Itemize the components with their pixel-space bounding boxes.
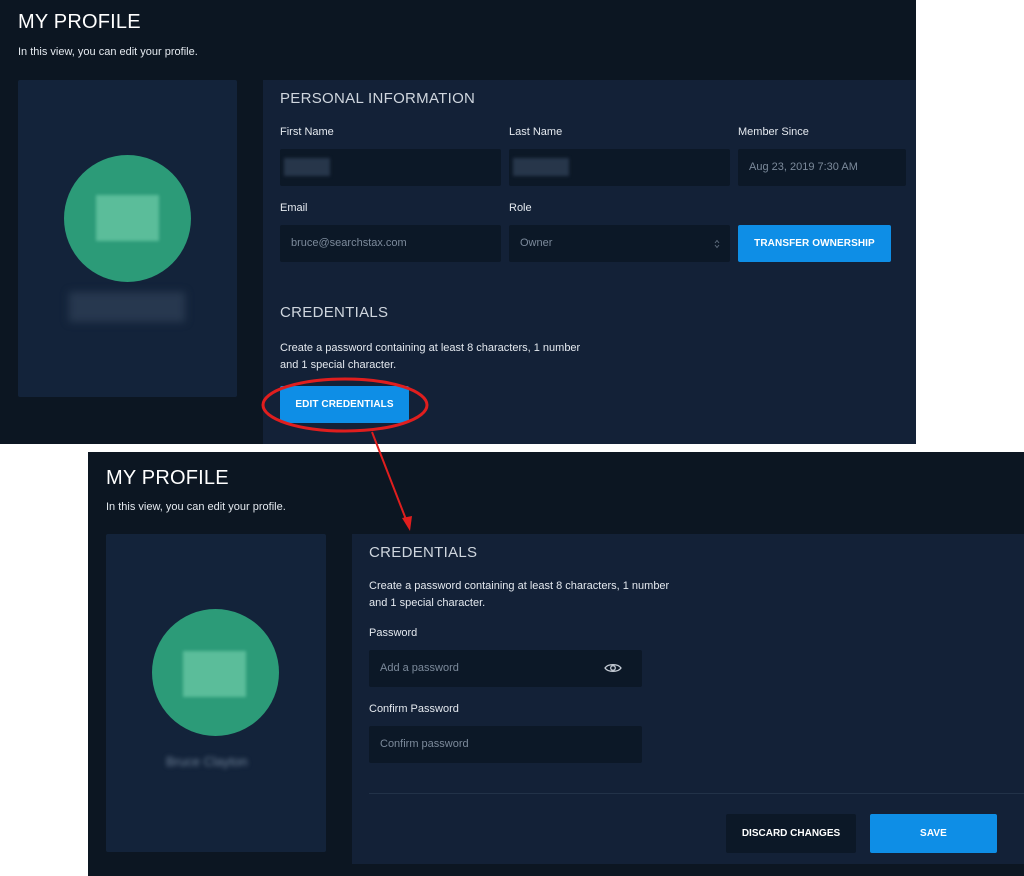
last-name-label: Last Name <box>509 126 563 138</box>
confirm-password-input[interactable]: Confirm password <box>369 726 642 763</box>
avatar[interactable] <box>64 155 191 282</box>
avatar-image <box>183 651 246 697</box>
profile-panel: PERSONAL INFORMATION First Name Last Nam… <box>263 80 916 444</box>
email-label: Email <box>280 202 308 214</box>
profile-name-redacted <box>69 292 185 322</box>
credentials-description-line2: and 1 special character. <box>280 359 397 371</box>
confirm-password-placeholder: Confirm password <box>380 738 469 750</box>
role-value: Owner <box>520 237 553 249</box>
member-since-label: Member Since <box>738 126 809 138</box>
first-name-redacted <box>284 158 330 176</box>
profile-view-screen: MY PROFILE In this view, you can edit yo… <box>0 0 916 444</box>
credentials-title: CREDENTIALS <box>280 304 389 321</box>
save-button[interactable]: SAVE <box>870 814 997 853</box>
select-arrows-icon <box>714 239 720 249</box>
profile-card <box>18 80 237 397</box>
avatar-image <box>96 195 159 241</box>
confirm-password-label: Confirm Password <box>369 703 459 715</box>
avatar[interactable] <box>152 609 279 736</box>
eye-icon[interactable] <box>604 662 622 674</box>
page-title: MY PROFILE <box>106 467 229 489</box>
credentials-description-line2: and 1 special character. <box>369 597 486 609</box>
credentials-panel: CREDENTIALS Create a password containing… <box>352 534 1024 864</box>
email-value: bruce@searchstax.com <box>291 237 407 249</box>
edit-credentials-button[interactable]: EDIT CREDENTIALS <box>280 386 409 423</box>
footer-divider <box>369 793 1024 794</box>
page-subtitle: In this view, you can edit your profile. <box>18 46 198 58</box>
page-subtitle: In this view, you can edit your profile. <box>106 501 286 513</box>
password-placeholder: Add a password <box>380 662 459 674</box>
first-name-label: First Name <box>280 126 334 138</box>
credentials-title: CREDENTIALS <box>369 544 478 561</box>
personal-information-title: PERSONAL INFORMATION <box>280 90 476 107</box>
credentials-description: Create a password containing at least 8 … <box>280 340 580 374</box>
profile-name: Bruce Clayton <box>166 754 248 769</box>
password-input[interactable]: Add a password <box>369 650 642 687</box>
transfer-ownership-button[interactable]: TRANSFER OWNERSHIP <box>738 225 891 262</box>
role-label: Role <box>509 202 532 214</box>
discard-changes-button[interactable]: DISCARD CHANGES <box>726 814 856 853</box>
credentials-description-line1: Create a password containing at least 8 … <box>369 580 670 592</box>
credentials-description: Create a password containing at least 8 … <box>369 578 669 612</box>
first-name-field[interactable] <box>280 149 501 186</box>
member-since-field: Aug 23, 2019 7:30 AM <box>738 149 906 186</box>
credentials-description-line1: Create a password containing at least 8 … <box>280 342 581 354</box>
role-select[interactable]: Owner <box>509 225 730 262</box>
member-since-value: Aug 23, 2019 7:30 AM <box>749 161 858 173</box>
last-name-field[interactable] <box>509 149 730 186</box>
password-label: Password <box>369 627 418 639</box>
last-name-redacted <box>513 158 569 176</box>
page-title: MY PROFILE <box>18 11 141 33</box>
credentials-edit-screen: MY PROFILE In this view, you can edit yo… <box>88 452 1024 876</box>
email-field[interactable]: bruce@searchstax.com <box>280 225 501 262</box>
profile-card: Bruce Clayton <box>106 534 326 852</box>
